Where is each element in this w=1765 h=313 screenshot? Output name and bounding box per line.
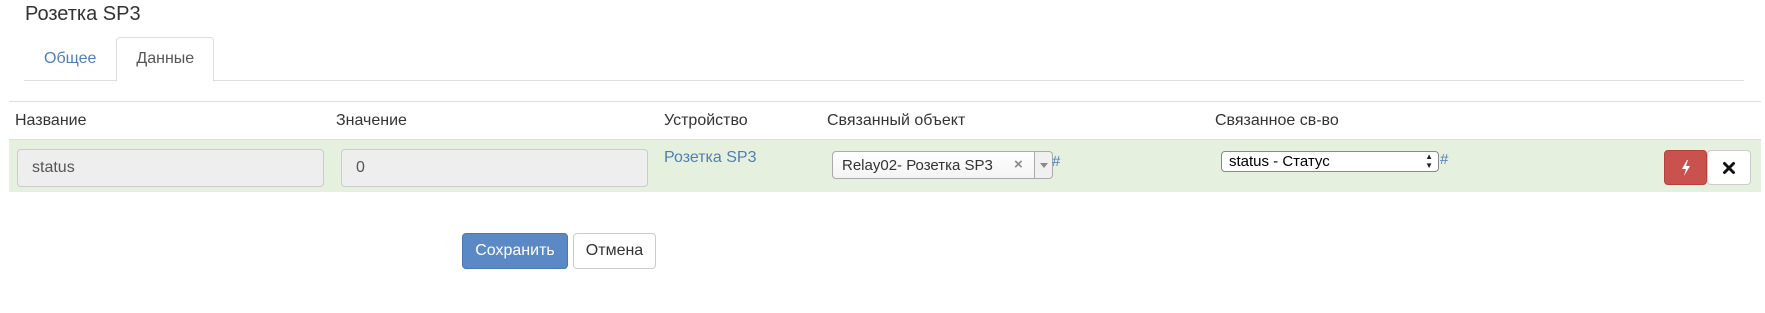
bolt-icon (1681, 159, 1690, 176)
linked-property-value: status - Статус (1229, 153, 1330, 170)
column-header-linked-object: Связанный объект (827, 112, 966, 129)
chevron-down-icon[interactable] (1034, 152, 1052, 178)
column-header-name: Название (15, 112, 87, 129)
linked-property-select[interactable]: status - Статус ▲ ▼ (1221, 151, 1439, 172)
delete-button[interactable] (1707, 150, 1751, 185)
save-button[interactable]: Сохранить (462, 233, 568, 269)
tab-general[interactable]: Общее (24, 37, 116, 81)
cancel-button[interactable]: Отмена (573, 233, 656, 269)
table-divider (9, 101, 1761, 102)
property-name-field[interactable]: status (17, 149, 324, 187)
tab-data[interactable]: Данные (116, 37, 215, 82)
clear-icon[interactable]: × (1014, 156, 1023, 173)
linked-object-hash-link[interactable]: # (1052, 153, 1060, 170)
page-title: Розетка SP3 (25, 3, 141, 25)
device-link[interactable]: Розетка SP3 (664, 149, 756, 167)
column-header-linked-property: Связанное св-во (1215, 112, 1339, 129)
select-arrows-icon: ▲ ▼ (1425, 152, 1433, 170)
tab-bar: Общее Данные (24, 37, 1744, 82)
linked-object-value: Relay02- Розетка SP3 (842, 157, 993, 174)
close-icon (1723, 161, 1735, 174)
page: Розетка SP3 Общее Данные Название Значен… (0, 0, 1765, 313)
column-header-value: Значение (336, 112, 407, 129)
column-header-device: Устройство (664, 112, 748, 129)
linked-property-hash-link[interactable]: # (1440, 151, 1448, 168)
trigger-button[interactable] (1664, 150, 1707, 185)
linked-object-select[interactable]: Relay02- Розетка SP3 × (832, 151, 1053, 179)
property-value-field[interactable]: 0 (341, 149, 648, 187)
